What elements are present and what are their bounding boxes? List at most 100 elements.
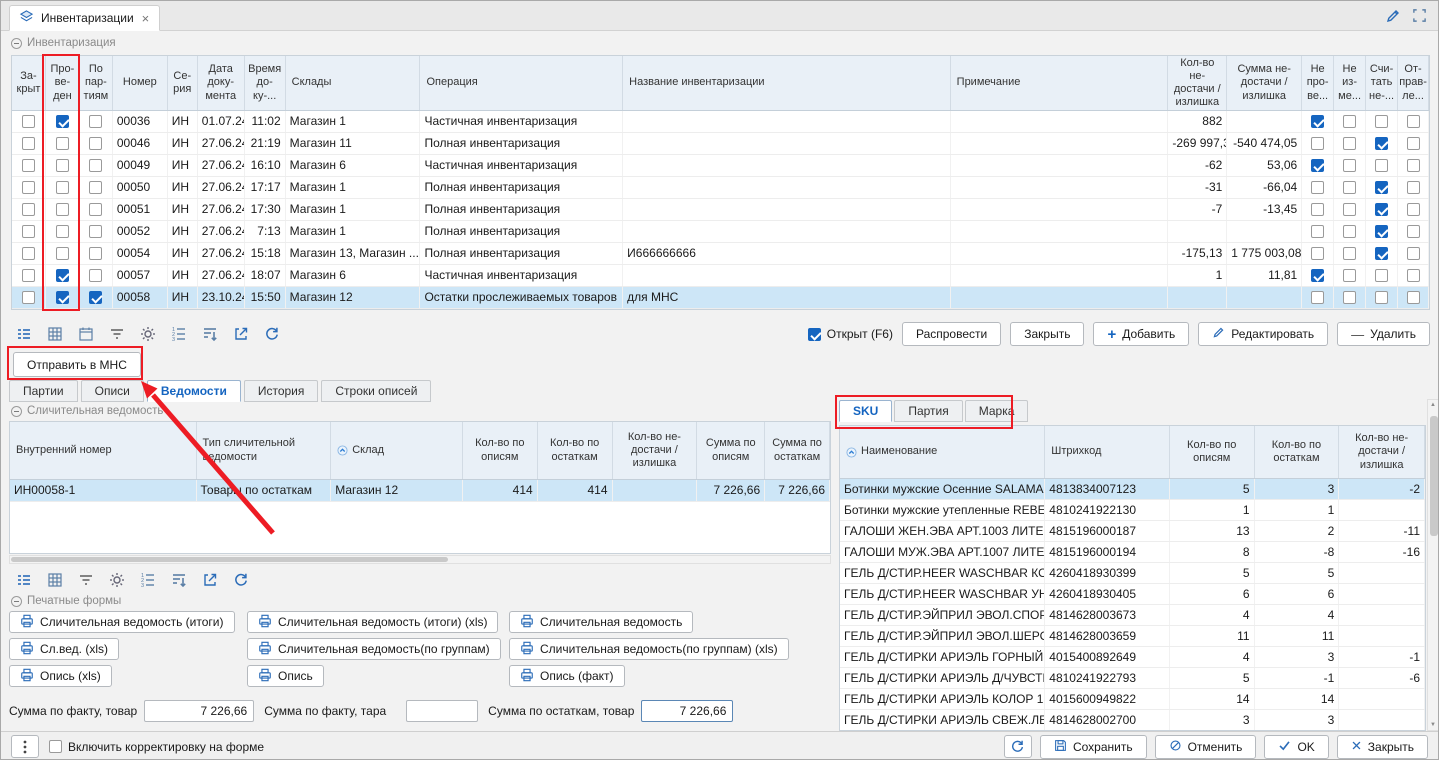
sku-row[interactable]: ГЕЛЬ Д/СТИРКИ АРИЭЛЬ СВЕЖ.ЛЕН...48146280… <box>840 710 1425 731</box>
row-checkbox[interactable] <box>1311 159 1324 172</box>
print-form-button[interactable]: Сличительная ведомость (итоги) (xls) <box>247 611 498 633</box>
row-checkbox[interactable] <box>1343 137 1356 150</box>
scroll-up-icon[interactable]: ▲ <box>1430 401 1436 409</box>
collapse-icon[interactable] <box>11 596 22 607</box>
sku-row[interactable]: ГЕЛЬ Д/СТИР.ЭЙПРИЛ ЭВОЛ.СПОРТ...48146280… <box>840 605 1425 626</box>
row-checkbox[interactable] <box>22 115 35 128</box>
row-checkbox[interactable] <box>1375 115 1388 128</box>
tab-inventories[interactable]: Инвентаризации × <box>9 5 160 31</box>
row-checkbox[interactable] <box>1311 291 1324 304</box>
row-checkbox[interactable] <box>22 247 35 260</box>
row-checkbox[interactable] <box>89 247 102 260</box>
export-icon[interactable] <box>197 569 223 591</box>
edit-button[interactable]: Редактировать <box>1198 322 1328 346</box>
row-checkbox[interactable] <box>1407 181 1420 194</box>
adjust-on-form-control[interactable]: Включить корректировку на форме <box>49 740 264 754</box>
send-to-mns-button[interactable]: Отправить в МНС <box>13 352 141 377</box>
row-checkbox[interactable] <box>56 247 69 260</box>
ok-button[interactable]: OK <box>1264 735 1328 759</box>
inventory-column-header[interactable]: Кол-во не- достачи / излишка <box>1168 56 1227 110</box>
calendar-icon[interactable] <box>73 323 99 345</box>
sku-column-header[interactable]: Кол-во по остаткам <box>1255 426 1340 478</box>
sku-row[interactable]: ГЕЛЬ Д/СТИРКИ АРИЭЛЬ ГОРНЫЙ Р...40154008… <box>840 647 1425 668</box>
sku-tab-0[interactable]: SKU <box>839 400 892 422</box>
vedomost-row[interactable]: ИН00058-1Товары по остаткамМагазин 12414… <box>10 480 830 502</box>
row-checkbox[interactable] <box>22 269 35 282</box>
row-checkbox[interactable] <box>1375 247 1388 260</box>
row-checkbox[interactable] <box>1407 247 1420 260</box>
row-checkbox[interactable] <box>1343 115 1356 128</box>
row-checkbox[interactable] <box>89 225 102 238</box>
row-checkbox[interactable] <box>1311 269 1324 282</box>
row-checkbox[interactable] <box>1311 115 1324 128</box>
inventory-row[interactable]: 00057ИН27.06.2418:07Магазин 6Частичная и… <box>12 265 1429 287</box>
inventory-row[interactable]: 00050ИН27.06.2417:17Магазин 1Полная инве… <box>12 177 1429 199</box>
row-checkbox[interactable] <box>1407 203 1420 216</box>
scroll-down-icon[interactable]: ▼ <box>1430 721 1436 729</box>
row-checkbox[interactable] <box>1407 269 1420 282</box>
sku-row[interactable]: ГЕЛЬ Д/СТИРКИ АРИЭЛЬ КОЛОР 15...40156009… <box>840 689 1425 710</box>
open-f6-control[interactable]: Открыт (F6) <box>808 327 893 341</box>
row-checkbox[interactable] <box>1343 203 1356 216</box>
add-button[interactable]: +Добавить <box>1093 322 1189 346</box>
row-checkbox[interactable] <box>22 225 35 238</box>
inventory-row[interactable]: 00049ИН27.06.2416:10Магазин 6Частичная и… <box>12 155 1429 177</box>
total-fact-tare-value[interactable] <box>406 700 478 722</box>
table-view-icon[interactable] <box>42 569 68 591</box>
row-checkbox[interactable] <box>1375 291 1388 304</box>
row-checkbox[interactable] <box>1343 247 1356 260</box>
vedomost-column-header[interactable]: Сумма по описям <box>697 422 765 479</box>
row-checkbox[interactable] <box>1343 291 1356 304</box>
print-form-button[interactable]: Опись (факт) <box>509 665 625 687</box>
row-checkbox[interactable] <box>89 203 102 216</box>
sku-column-header[interactable]: Кол-во по описям <box>1170 426 1255 478</box>
sku-column-header[interactable]: Штрихкод <box>1045 426 1170 478</box>
sku-tab-2[interactable]: Марка <box>965 400 1029 422</box>
numbered-list-icon[interactable]: 123 <box>166 323 192 345</box>
row-checkbox[interactable] <box>1343 225 1356 238</box>
vedomost-column-header[interactable]: Тип сличительной ведомости <box>197 422 332 479</box>
table-view-icon[interactable] <box>42 323 68 345</box>
row-checkbox[interactable] <box>1343 159 1356 172</box>
detail-tab-0[interactable]: Партии <box>9 380 78 402</box>
inventory-column-header[interactable]: Не из- ме... <box>1334 56 1366 110</box>
export-icon[interactable] <box>228 323 254 345</box>
vedomost-column-header[interactable]: Кол-во по описям <box>463 422 538 479</box>
inventory-row[interactable]: 00051ИН27.06.2417:30Магазин 1Полная инве… <box>12 199 1429 221</box>
print-form-button[interactable]: Опись (xls) <box>9 665 112 687</box>
inventory-column-header[interactable]: Дата доку- мента <box>198 56 245 110</box>
scrollbar-thumb[interactable] <box>11 557 448 562</box>
row-checkbox[interactable] <box>56 181 69 194</box>
total-rest-goods-value[interactable]: 7 226,66 <box>641 700 733 722</box>
delete-button[interactable]: —Удалить <box>1337 322 1430 346</box>
edit-form-pencil-icon[interactable] <box>1385 8 1401 27</box>
sku-tab-1[interactable]: Партия <box>894 400 962 422</box>
sku-row[interactable]: Ботинки мужские Осенние SALAMA...4813834… <box>840 479 1425 500</box>
row-checkbox[interactable] <box>1311 203 1324 216</box>
row-checkbox[interactable] <box>1375 159 1388 172</box>
row-checkbox[interactable] <box>89 159 102 172</box>
vedomost-column-header[interactable]: Сумма по остаткам <box>765 422 830 479</box>
row-checkbox[interactable] <box>56 203 69 216</box>
sku-row[interactable]: ГАЛОШИ ЖЕН.ЭВА АРТ.1003 ЛИТЕКС4815196000… <box>840 521 1425 542</box>
row-checkbox[interactable] <box>89 115 102 128</box>
horizontal-scrollbar[interactable] <box>9 555 831 564</box>
maximize-icon[interactable] <box>1412 8 1427 26</box>
row-checkbox[interactable] <box>1311 247 1324 260</box>
sku-row[interactable]: ГЕЛЬ Д/СТИР.HEER WASCHBAR КОЛ...42604189… <box>840 563 1425 584</box>
row-checkbox[interactable] <box>1343 181 1356 194</box>
row-checkbox[interactable] <box>1311 137 1324 150</box>
tab-close-icon[interactable]: × <box>141 11 151 26</box>
scrollbar-thumb[interactable] <box>1430 416 1438 536</box>
row-checkbox[interactable] <box>1407 115 1420 128</box>
row-checkbox[interactable] <box>1407 291 1420 304</box>
inventory-column-header[interactable]: Сумма не- достачи / излишка <box>1227 56 1302 110</box>
row-checkbox[interactable] <box>56 159 69 172</box>
row-checkbox[interactable] <box>1375 203 1388 216</box>
print-form-button[interactable]: Сличительная ведомость(по группам) <box>247 638 501 660</box>
more-menu-button[interactable] <box>11 735 39 758</box>
row-checkbox[interactable] <box>56 137 69 150</box>
row-checkbox[interactable] <box>22 137 35 150</box>
refresh-icon[interactable] <box>259 323 285 345</box>
row-checkbox[interactable] <box>1407 225 1420 238</box>
